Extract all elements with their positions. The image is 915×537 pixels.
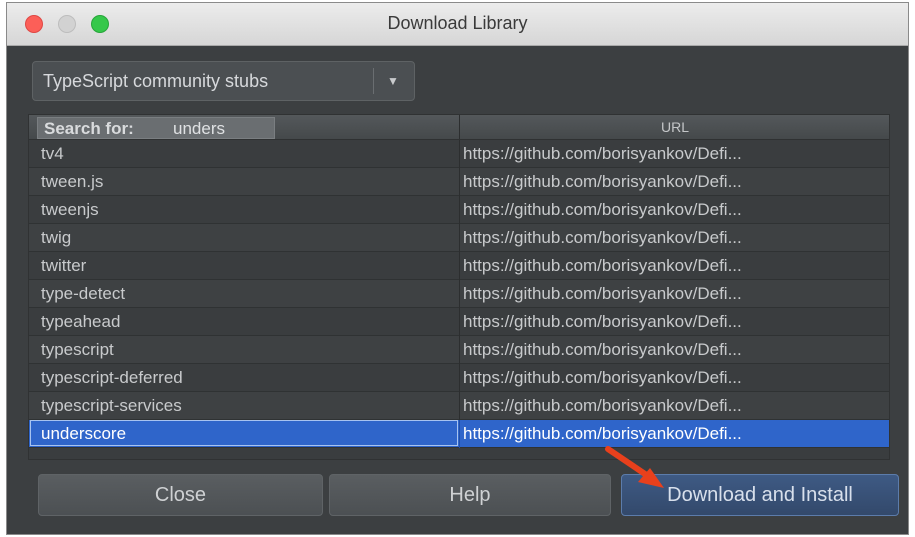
library-name: tween.js [41, 172, 104, 191]
library-url: https://github.com/borisyankov/Defi... [463, 368, 742, 387]
column-divider [459, 252, 460, 280]
title-bar: Download Library [7, 3, 908, 46]
vertical-scrollbar[interactable] [889, 140, 890, 458]
library-name: typescript [41, 340, 114, 359]
url-column-header[interactable]: URL [459, 115, 889, 139]
library-url: https://github.com/borisyankov/Defi... [463, 284, 742, 303]
library-url: https://github.com/borisyankov/Defi... [463, 172, 742, 191]
download-and-install-button[interactable]: Download and Install [621, 474, 899, 516]
repository-dropdown-value: TypeScript community stubs [43, 71, 269, 91]
library-url: https://github.com/borisyankov/Defi... [463, 228, 742, 247]
table-row[interactable]: tweenjs https://github.com/borisyankov/D… [29, 196, 889, 224]
library-name: tv4 [41, 144, 64, 163]
table-row[interactable]: twitter https://github.com/borisyankov/D… [29, 252, 889, 280]
library-name: typeahead [41, 312, 121, 331]
column-divider [459, 280, 460, 308]
library-name: twitter [41, 256, 87, 275]
search-query: unders [173, 119, 225, 138]
column-divider [459, 420, 460, 448]
library-name: twig [41, 228, 72, 247]
table-row[interactable]: twig https://github.com/borisyankov/Defi… [29, 224, 889, 252]
library-url: https://github.com/borisyankov/Defi... [463, 144, 742, 163]
close-button[interactable]: Close [38, 474, 323, 516]
library-url: https://github.com/borisyankov/Defi... [463, 340, 742, 359]
column-divider [459, 168, 460, 196]
column-divider [459, 196, 460, 224]
table-body: tv4 https://github.com/borisyankov/Defi.… [29, 140, 889, 448]
dropdown-divider [373, 68, 374, 94]
library-table: URL Search for: unders tv4 https://githu… [28, 114, 890, 460]
table-header: URL Search for: unders [29, 115, 889, 140]
speed-search-popup[interactable]: Search for: unders [37, 117, 275, 139]
library-url: https://github.com/borisyankov/Defi... [463, 396, 742, 415]
column-divider [459, 224, 460, 252]
library-name: type-detect [41, 284, 126, 303]
library-url: https://github.com/borisyankov/Defi... [463, 424, 742, 443]
download-library-dialog: Download Library TypeScript community st… [6, 2, 909, 535]
table-row[interactable]: typescript https://github.com/borisyanko… [29, 336, 889, 364]
chevron-down-icon[interactable]: ▼ [381, 69, 405, 93]
table-row[interactable]: type-detect https://github.com/borisyank… [29, 280, 889, 308]
search-label: Search for: [44, 119, 134, 138]
column-divider [459, 336, 460, 364]
library-url: https://github.com/borisyankov/Defi... [463, 312, 742, 331]
help-button[interactable]: Help [329, 474, 611, 516]
table-row[interactable]: tv4 https://github.com/borisyankov/Defi.… [29, 140, 889, 168]
library-name: underscore [41, 424, 127, 443]
table-row-selected[interactable]: underscore https://github.com/borisyanko… [29, 420, 889, 448]
table-row[interactable]: typeahead https://github.com/borisyankov… [29, 308, 889, 336]
table-row[interactable]: tween.js https://github.com/borisyankov/… [29, 168, 889, 196]
table-row[interactable]: typescript-deferred https://github.com/b… [29, 364, 889, 392]
repository-dropdown[interactable]: TypeScript community stubs ▼ [32, 61, 415, 101]
table-row[interactable]: typescript-services https://github.com/b… [29, 392, 889, 420]
library-name: tweenjs [41, 200, 99, 219]
library-url: https://github.com/borisyankov/Defi... [463, 200, 742, 219]
window-title: Download Library [387, 13, 528, 33]
library-name: typescript-deferred [41, 368, 183, 387]
library-url: https://github.com/borisyankov/Defi... [463, 256, 742, 275]
column-divider [459, 392, 460, 420]
column-divider [459, 308, 460, 336]
column-divider [459, 364, 460, 392]
column-divider [459, 140, 460, 168]
library-name: typescript-services [41, 396, 182, 415]
